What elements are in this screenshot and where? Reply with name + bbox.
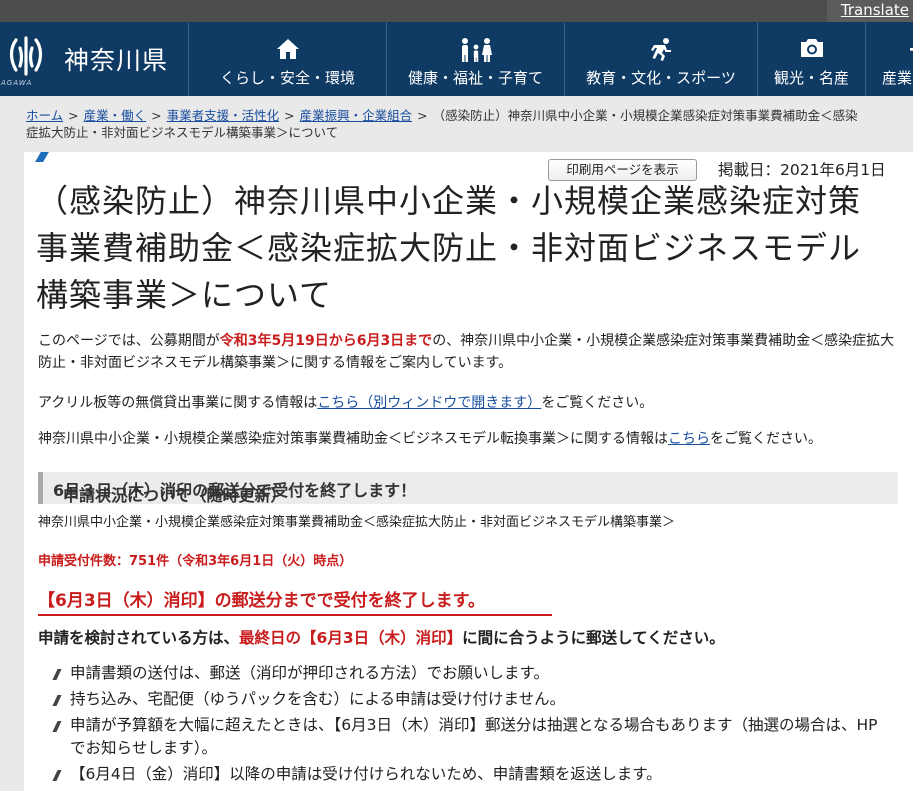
- house-icon: [276, 39, 299, 59]
- nav-label: 教育・文化・スポーツ: [586, 69, 736, 87]
- nav-label: 産業: [882, 69, 913, 87]
- list-item: 【6月4日（金）消印】以降の申請は受け付けられないため、申請書類を返送します。: [52, 763, 892, 786]
- site-name-romaji: AGAWA: [1, 79, 33, 87]
- breadcrumb-industry-work[interactable]: 産業・働く: [84, 108, 147, 123]
- nav-label: 健康・福祉・子育て: [407, 69, 543, 87]
- prefecture-emblem-icon: [9, 36, 43, 76]
- breadcrumb-home[interactable]: ホーム: [26, 108, 63, 123]
- list-item: 申請書類の送付は、郵送（消印が押印される方法）でお願いします。: [52, 662, 892, 685]
- translate-link[interactable]: Translate: [826, 0, 913, 22]
- breadcrumb-industry-promotion[interactable]: 産業振興・企業組合: [300, 108, 413, 123]
- breadcrumb-business-support[interactable]: 事業者支援・活性化: [167, 108, 280, 123]
- site-name: 神奈川県: [64, 46, 169, 75]
- site-header: 神奈川県 AGAWA くらし・安全・環境 健康・福祉・子育て 教育・文化・スポー…: [0, 22, 913, 96]
- nav-label: 観光・名産: [773, 69, 849, 87]
- list-item: 持ち込み、宅配便（ゆうパックを含む）による申請は受け付けません。: [52, 688, 892, 711]
- breadcrumb-separator: >: [284, 108, 295, 123]
- apply-note: 申請を検討されている方は、最終日の【6月3日（木）消印】に間に合うように郵送して…: [38, 629, 725, 647]
- nav-label: くらし・安全・環境: [219, 69, 355, 87]
- acrylic-info-link[interactable]: こちら（別ウィンドウで開きます）: [317, 395, 541, 411]
- list-item: 申請が予算額を大幅に超えたときは、【6月3日（木）消印】郵送分は抽選となる場合も…: [52, 714, 892, 760]
- page-title: （感染防止）神奈川県中小企業・小規模企業感染症対策事業費補助金＜感染症拡大防止・…: [36, 182, 862, 314]
- camera-icon: [800, 39, 823, 57]
- breadcrumb-separator: >: [151, 108, 162, 123]
- published-date: 掲載日：2021年6月1日: [718, 161, 886, 179]
- top-utility-bar: Translate: [0, 0, 913, 22]
- intro-paragraph: このページでは、公募期間が令和3年5月19日から6月3日までの、神奈川県中小企業…: [38, 333, 895, 371]
- breadcrumb-separator: >: [68, 108, 79, 123]
- section-heading: 申請状況について（随時更新） 6月３日（木）消印の郵送分で受付を終了します！: [38, 472, 898, 505]
- conversion-info-link[interactable]: こちら: [668, 431, 710, 447]
- conversion-paragraph: 神奈川県中小企業・小規模企業感染症対策事業費補助金＜ビジネスモデル転換事業＞に関…: [38, 431, 822, 447]
- nav-item-health[interactable]: 健康・福祉・子育て: [386, 22, 564, 96]
- title-accent: [35, 152, 49, 162]
- program-name: 神奈川県中小企業・小規模企業感染症対策事業費補助金＜感染症拡大防止・非対面ビジネ…: [38, 515, 676, 530]
- main-content: 印刷用ページを表示 掲載日：2021年6月1日 （感染防止）神奈川県中小企業・小…: [24, 152, 913, 791]
- acrylic-paragraph: アクリル板等の無償貸出事業に関する情報はこちら（別ウィンドウで開きます）をご覧く…: [38, 395, 654, 411]
- runner-icon: [651, 38, 671, 61]
- breadcrumb-separator: >: [417, 108, 428, 123]
- nav-item-education[interactable]: 教育・文化・スポーツ: [564, 22, 757, 96]
- nav-item-tourism[interactable]: 観光・名産: [757, 22, 865, 96]
- closing-notice: 【6月3日（木）消印】の郵送分までで受付を終了します。: [38, 586, 552, 616]
- notice-list: 申請書類の送付は、郵送（消印が押印される方法）でお願いします。 持ち込み、宅配便…: [52, 662, 892, 789]
- application-count: 申請受付件数：751件（令和3年6月1日（火）時点）: [38, 554, 353, 569]
- nav-item-industry[interactable]: 産業: [865, 22, 913, 96]
- nav-item-living[interactable]: くらし・安全・環境: [188, 22, 386, 96]
- site-logo[interactable]: 神奈川県 AGAWA: [0, 22, 188, 96]
- family-icon: [461, 38, 492, 62]
- breadcrumb: ホーム > 産業・働く > 事業者支援・活性化 > 産業振興・企業組合 > （感染防止）神奈川県…: [26, 107, 913, 141]
